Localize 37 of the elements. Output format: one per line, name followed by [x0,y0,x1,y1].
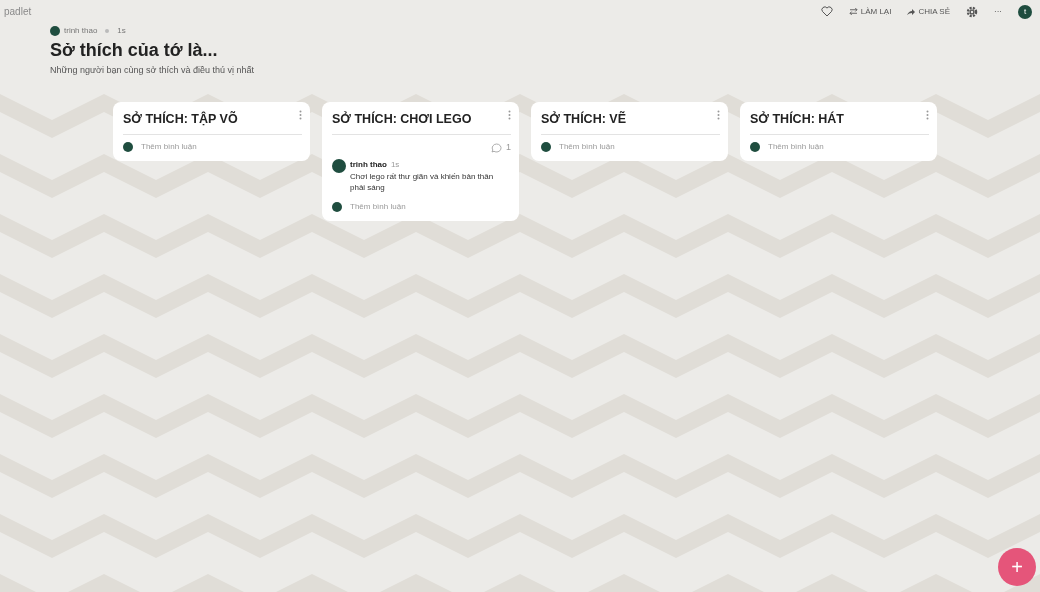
comment-count: 1 [506,141,511,155]
user-avatar [541,142,551,153]
board-title: Sở thích của tớ là... [50,39,219,62]
author-avatar [50,26,60,36]
settings-icon[interactable] [966,5,978,18]
share-button[interactable]: CHIA SẺ [907,5,950,18]
heart-icon[interactable] [820,6,833,17]
post-title: SỞ THÍCH: HÁT [750,110,844,128]
post-title: SỞ THÍCH: VẼ [541,110,626,128]
post-time: 1s [117,25,126,37]
more-icon[interactable] [508,109,511,120]
commenter-name: trinh thao [350,158,387,171]
more-icon[interactable] [717,109,720,120]
user-avatar [123,142,133,153]
add-comment-field[interactable]: Thêm bình luận [350,201,406,214]
author-name: trinh thao [64,25,98,37]
share-icon [907,8,916,15]
remake-button[interactable]: LÀM LẠI [848,5,892,18]
repeat-icon [848,8,858,15]
post-title: SỞ THÍCH: CHƠI LEGO [332,110,472,128]
user-avatar [332,202,342,213]
add-comment-field[interactable]: Thêm bình luận [768,141,824,154]
comment-text: Chơi lego rất thư giãn và khiến bản thân phải sáng [350,170,495,194]
user-avatar[interactable]: t [1018,4,1032,19]
commenter-avatar [332,158,346,173]
more-icon[interactable] [299,109,302,120]
separator-dot-icon [105,29,110,33]
brand-logo[interactable]: padlet [4,4,32,19]
board-description: Những người bạn cùng sở thích và điều thú vị nhất [50,64,255,77]
more-icon[interactable] [926,109,929,120]
add-comment-field[interactable]: Thêm bình luận [141,141,197,154]
comment-time: 1s [390,158,400,171]
user-avatar [750,142,760,153]
more-button[interactable]: ··· [994,5,1002,18]
add-comment-field[interactable]: Thêm bình luận [559,141,615,154]
post-title: SỞ THÍCH: TẬP VÕ [123,110,238,128]
comment-icon[interactable] [491,143,502,153]
